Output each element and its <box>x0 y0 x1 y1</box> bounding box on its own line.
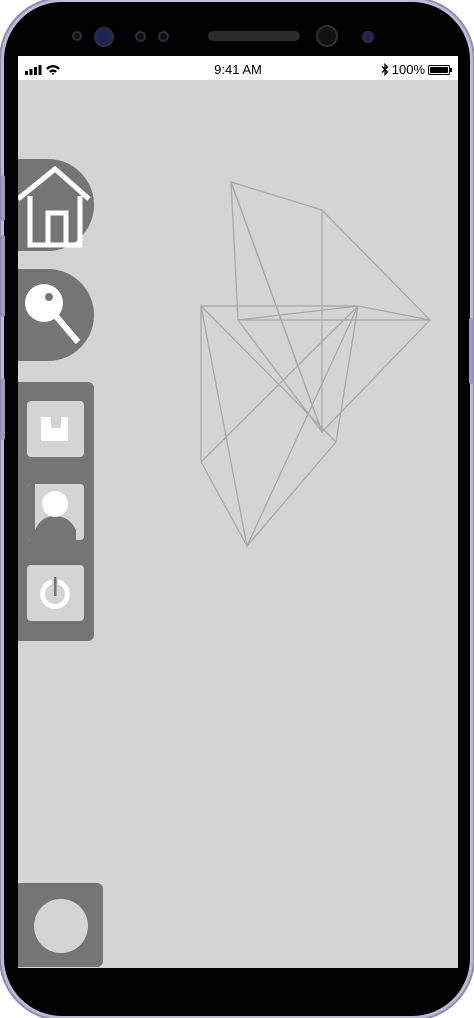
screen: 9:41 AM 100% <box>18 56 458 968</box>
bixby-button <box>1 378 5 440</box>
user-icon <box>27 484 84 540</box>
iris-camera-icon <box>94 27 114 47</box>
sensor-icon <box>158 31 169 42</box>
earpiece-speaker <box>208 31 300 41</box>
home-icon <box>18 165 91 248</box>
circle-icon <box>34 899 88 953</box>
power-side-button <box>469 318 473 384</box>
sensor-icon <box>72 31 82 41</box>
search-button[interactable] <box>18 269 94 361</box>
power-icon <box>40 577 70 609</box>
power-button[interactable] <box>27 565 84 621</box>
sidebar-panel <box>18 382 94 641</box>
profile-button[interactable] <box>27 484 84 540</box>
bottom-action-button[interactable] <box>18 883 103 967</box>
save-button[interactable] <box>27 401 84 457</box>
sensor-icon <box>362 31 374 43</box>
front-camera-icon <box>316 25 338 47</box>
save-icon <box>41 417 68 441</box>
volume-down-button <box>1 235 5 317</box>
search-icon <box>25 284 81 344</box>
home-button[interactable] <box>18 159 94 251</box>
sensor-icon <box>135 31 146 42</box>
volume-up-button <box>1 175 5 221</box>
